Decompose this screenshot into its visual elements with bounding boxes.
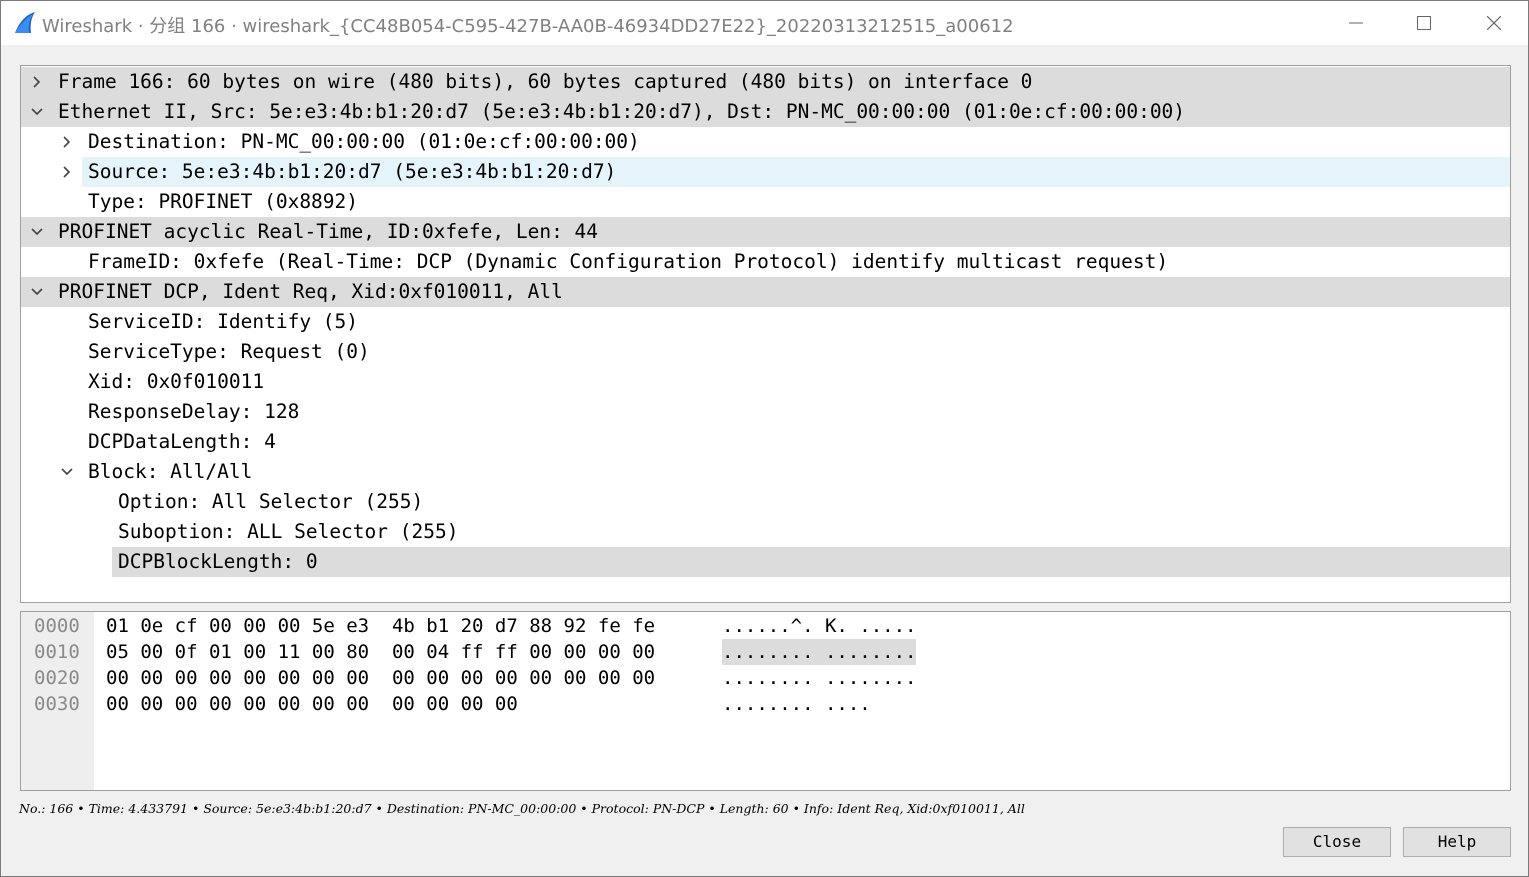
chevron-right-icon[interactable] bbox=[59, 134, 75, 150]
maximize-button[interactable] bbox=[1390, 1, 1458, 45]
bytes-hex[interactable]: 00 00 00 00 00 00 00 00 00 00 00 00 00 0… bbox=[106, 665, 655, 691]
close-icon bbox=[1487, 16, 1501, 30]
maximize-icon bbox=[1417, 16, 1431, 30]
chevron-down-icon[interactable] bbox=[29, 284, 45, 300]
wireshark-fin-icon bbox=[15, 12, 35, 33]
chevron-down-icon[interactable] bbox=[59, 464, 75, 480]
tree-row[interactable]: Destination: PN-MC_00:00:00 (01:0e:cf:00… bbox=[63, 127, 1510, 157]
tree-row-label: Xid: 0x0f010011 bbox=[88, 370, 265, 393]
bytes-offset: 0010 bbox=[34, 641, 80, 663]
bytes-row[interactable]: 0010 05 00 0f 01 00 11 00 80 00 04 ff ff … bbox=[21, 639, 1510, 665]
bytes-row[interactable]: 0020 00 00 00 00 00 00 00 00 00 00 00 00 … bbox=[21, 665, 1510, 691]
bytes-offset: 0000 bbox=[34, 615, 80, 637]
tree-row[interactable]: DCPBlockLength: 0 bbox=[112, 547, 1510, 577]
tree-row[interactable]: DCPDataLength: 4 bbox=[82, 427, 1510, 457]
bytes-ascii[interactable]: ........ ........ bbox=[722, 665, 916, 691]
close-button[interactable]: Close bbox=[1283, 827, 1391, 857]
tree-row-label: Source: 5e:e3:4b:b1:20:d7 (5e:e3:4b:b1:2… bbox=[88, 160, 617, 183]
tree-row-label: FrameID: 0xfefe (Real-Time: DCP (Dynamic… bbox=[88, 250, 1169, 273]
chevron-right-icon[interactable] bbox=[29, 74, 45, 90]
bytes-ascii[interactable]: ......^. K. ..... bbox=[722, 613, 916, 639]
minimize-icon bbox=[1349, 22, 1363, 24]
bytes-hex[interactable]: 05 00 0f 01 00 11 00 80 00 04 ff ff 00 0… bbox=[106, 639, 655, 665]
tree-row-label: PROFINET acyclic Real-Time, ID:0xfefe, L… bbox=[58, 220, 599, 243]
bytes-ascii[interactable]: ........ ........ bbox=[722, 639, 917, 665]
tree-row[interactable]: PROFINET acyclic Real-Time, ID:0xfefe, L… bbox=[21, 217, 1510, 247]
packet-bytes-pane[interactable]: 0000 01 0e cf 00 00 00 5e e3 4b b1 20 d7 … bbox=[20, 611, 1511, 791]
tree-row-label: ServiceID: Identify (5) bbox=[88, 310, 359, 333]
tree-row-label: Destination: PN-MC_00:00:00 (01:0e:cf:00… bbox=[88, 130, 640, 153]
chevron-down-icon[interactable] bbox=[29, 104, 45, 120]
tree-row[interactable]: Ethernet II, Src: 5e:e3:4b:b1:20:d7 (5e:… bbox=[21, 97, 1510, 127]
tree-row[interactable]: Option: All Selector (255) bbox=[112, 487, 1510, 517]
tree-row[interactable]: Block: All/All bbox=[61, 457, 1510, 487]
tree-row[interactable]: Type: PROFINET (0x8892) bbox=[82, 187, 1510, 217]
close-window-button[interactable] bbox=[1460, 1, 1528, 45]
bytes-hex[interactable]: 00 00 00 00 00 00 00 00 00 00 00 00 bbox=[106, 691, 518, 717]
tree-row[interactable]: Xid: 0x0f010011 bbox=[82, 367, 1510, 397]
chevron-down-icon[interactable] bbox=[29, 224, 45, 240]
tree-row-label: Type: PROFINET (0x8892) bbox=[88, 190, 359, 213]
window-title: Wireshark · 分组 166 · wireshark_{CC48B054… bbox=[42, 16, 1014, 37]
tree-row-label: PROFINET DCP, Ident Req, Xid:0xf010011, … bbox=[58, 280, 563, 303]
help-button[interactable]: Help bbox=[1403, 827, 1511, 857]
packet-details-tree[interactable]: Frame 166: 60 bytes on wire (480 bits), … bbox=[20, 65, 1511, 603]
bytes-ascii[interactable]: ........ .... bbox=[722, 691, 871, 717]
tree-row[interactable]: ResponseDelay: 128 bbox=[82, 397, 1510, 427]
tree-row[interactable]: FrameID: 0xfefe (Real-Time: DCP (Dynamic… bbox=[82, 247, 1510, 277]
tree-row-label: Option: All Selector (255) bbox=[118, 490, 424, 513]
tree-row[interactable]: ServiceID: Identify (5) bbox=[82, 307, 1510, 337]
chevron-right-icon[interactable] bbox=[59, 164, 75, 180]
tree-row[interactable]: Frame 166: 60 bytes on wire (480 bits), … bbox=[21, 67, 1510, 97]
minimize-button[interactable] bbox=[1322, 1, 1390, 45]
tree-row-label: Suboption: ALL Selector (255) bbox=[118, 520, 459, 543]
tree-row-label: DCPBlockLength: 0 bbox=[118, 550, 318, 573]
bytes-hex[interactable]: 01 0e cf 00 00 00 5e e3 4b b1 20 d7 88 9… bbox=[106, 613, 655, 639]
packet-summary-status: No.: 166 • Time: 4.433791 • Source: 5e:e… bbox=[19, 801, 1025, 816]
tree-row-label: ServiceType: Request (0) bbox=[88, 340, 370, 363]
tree-row-label: ResponseDelay: 128 bbox=[88, 400, 300, 423]
bytes-row[interactable]: 0030 00 00 00 00 00 00 00 00 00 00 00 00.… bbox=[21, 691, 1510, 717]
bytes-offset: 0030 bbox=[34, 693, 80, 715]
tree-row[interactable]: PROFINET DCP, Ident Req, Xid:0xf010011, … bbox=[21, 277, 1510, 307]
tree-row-label: Frame 166: 60 bytes on wire (480 bits), … bbox=[58, 70, 1033, 93]
title-bar[interactable]: Wireshark · 分组 166 · wireshark_{CC48B054… bbox=[1, 1, 1528, 45]
packet-details-window: Wireshark · 分组 166 · wireshark_{CC48B054… bbox=[0, 0, 1529, 877]
tree-row-label: Block: All/All bbox=[88, 460, 253, 483]
tree-row[interactable]: Source: 5e:e3:4b:b1:20:d7 (5e:e3:4b:b1:2… bbox=[63, 157, 1510, 187]
bytes-offset: 0020 bbox=[34, 667, 80, 689]
tree-row[interactable]: Suboption: ALL Selector (255) bbox=[112, 517, 1510, 547]
tree-row-label: DCPDataLength: 4 bbox=[88, 430, 276, 453]
tree-row-label: Ethernet II, Src: 5e:e3:4b:b1:20:d7 (5e:… bbox=[58, 100, 1186, 123]
bytes-row[interactable]: 0000 01 0e cf 00 00 00 5e e3 4b b1 20 d7 … bbox=[21, 613, 1510, 639]
tree-row[interactable]: ServiceType: Request (0) bbox=[82, 337, 1510, 367]
